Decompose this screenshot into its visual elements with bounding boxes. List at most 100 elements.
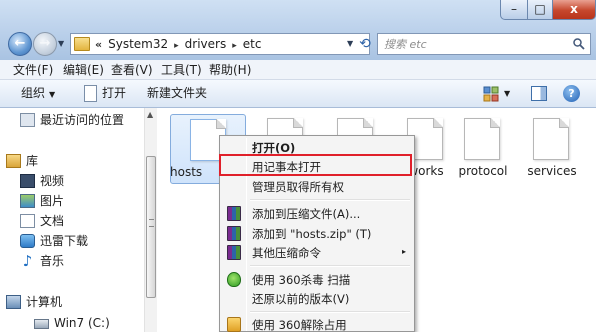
winrar-icon xyxy=(227,226,241,241)
change-view-icon[interactable] xyxy=(483,86,499,102)
context-item-label: 还原以前的版本(V) xyxy=(252,292,350,306)
submenu-arrow-icon: ▸ xyxy=(401,247,406,256)
context-item-add-to-archive[interactable]: 添加到压缩文件(A)... xyxy=(222,204,412,224)
menu-tools[interactable]: 工具(T) xyxy=(161,63,202,77)
winrar-icon xyxy=(227,245,241,260)
nav-item-label: 视频 xyxy=(40,174,65,188)
context-item-take-ownership[interactable]: 管理员取得所有权 xyxy=(222,177,412,197)
organize-button[interactable]: 组织 ▼ xyxy=(21,86,55,102)
pictures-icon xyxy=(20,194,35,208)
preview-pane-icon[interactable] xyxy=(531,86,547,101)
title-bar: – □ x ← → ▼ « System32 ▸ drivers ▸ etc ▼ ⟲ xyxy=(0,0,596,60)
address-history-dropdown-icon[interactable]: ▼ xyxy=(347,39,353,48)
context-item-label: 使用 360杀毒 扫描 xyxy=(252,273,351,287)
context-item-label: 添加到 "hosts.zip" (T) xyxy=(252,227,372,241)
recent-pages-dropdown-icon[interactable]: ▼ xyxy=(58,39,64,48)
document-file-icon xyxy=(533,118,569,160)
nav-item-label: Win7 (C:) xyxy=(54,316,110,330)
context-item-label: 打开(O) xyxy=(252,141,296,155)
folder-icon xyxy=(74,37,90,51)
context-item-label: 用记事本打开 xyxy=(252,160,321,174)
context-item-360-scan[interactable]: 使用 360杀毒 扫描 xyxy=(222,270,412,290)
breadcrumb-separator-icon[interactable]: ▸ xyxy=(232,41,237,51)
unlock-360-icon xyxy=(227,317,241,332)
open-file-icon xyxy=(84,85,97,102)
document-file-icon xyxy=(464,118,500,160)
forward-arrow-icon: → xyxy=(39,36,51,51)
nav-item-label: 计算机 xyxy=(26,295,63,309)
menu-separator xyxy=(250,265,410,267)
xunlei-icon xyxy=(20,234,35,248)
minimize-icon: – xyxy=(511,2,517,16)
context-menu: 打开(O) 用记事本打开 管理员取得所有权 添加到压缩文件(A)... 添加到 … xyxy=(219,135,415,332)
library-icon xyxy=(6,154,21,168)
context-item-open-with-notepad[interactable]: 用记事本打开 xyxy=(222,157,412,177)
context-item-360-unlock[interactable]: 使用 360解除占用 xyxy=(222,315,412,332)
nav-item-label: 库 xyxy=(26,154,39,168)
file-name: protocol xyxy=(458,164,508,178)
view-options-dropdown-icon[interactable]: ▼ xyxy=(504,89,510,98)
drive-icon xyxy=(34,319,49,329)
nav-item-label: 图片 xyxy=(40,194,65,208)
winrar-icon xyxy=(227,206,241,221)
context-item-open[interactable]: 打开(O) xyxy=(222,138,412,158)
search-icon[interactable] xyxy=(573,38,585,50)
file-item-protocol[interactable]: protocol xyxy=(445,114,521,184)
breadcrumb-etc[interactable]: etc xyxy=(243,37,262,51)
menu-file[interactable]: 文件(F) xyxy=(13,63,53,77)
maximize-icon: □ xyxy=(534,2,546,16)
menu-separator xyxy=(250,199,410,201)
context-item-add-to-hosts-zip[interactable]: 添加到 "hosts.zip" (T) xyxy=(222,224,412,244)
nav-item-label: 文档 xyxy=(40,214,65,228)
breadcrumb-separator-icon[interactable]: ▸ xyxy=(174,41,179,51)
file-item-services[interactable]: services xyxy=(514,114,590,184)
nav-item-label: 迅雷下载 xyxy=(40,234,89,248)
shield-360-icon xyxy=(227,272,241,287)
video-icon xyxy=(20,174,35,188)
breadcrumb-overflow-icon[interactable]: « xyxy=(95,38,102,51)
close-button[interactable]: x xyxy=(552,0,596,20)
breadcrumb: « System32 ▸ drivers ▸ etc xyxy=(95,37,261,54)
menu-help[interactable]: 帮助(H) xyxy=(209,63,251,77)
search-input[interactable] xyxy=(384,37,564,52)
forward-button[interactable]: → xyxy=(33,32,57,56)
menu-bar: 文件(F) 编辑(E) 查看(V) 工具(T) 帮助(H) xyxy=(0,60,596,80)
menu-separator xyxy=(250,311,410,313)
nav-item-label: 音乐 xyxy=(40,254,65,268)
computer-icon xyxy=(6,295,21,309)
context-item-restore-previous-versions[interactable]: 还原以前的版本(V) xyxy=(222,289,412,309)
command-bar: 组织 ▼ 打开 新建文件夹 ▼ ? xyxy=(0,80,596,108)
organize-label: 组织 xyxy=(21,86,46,100)
breadcrumb-drivers[interactable]: drivers xyxy=(185,37,227,51)
navigation-pane: 最近访问的位置 库 视频 图片 文档 迅雷下载 ♪ 音乐 计算机 Win7 (C… xyxy=(0,108,157,332)
menu-edit[interactable]: 编辑(E) xyxy=(63,63,104,77)
music-icon: ♪ xyxy=(22,252,33,270)
file-name: services xyxy=(527,164,577,178)
context-item-label: 其他压缩命令 xyxy=(252,246,321,260)
open-button[interactable]: 打开 xyxy=(102,86,126,101)
nav-item-label: 最近访问的位置 xyxy=(40,113,125,127)
menu-view[interactable]: 查看(V) xyxy=(111,63,153,77)
context-item-label: 添加到压缩文件(A)... xyxy=(252,207,361,221)
scroll-thumb[interactable] xyxy=(146,156,156,298)
address-bar[interactable]: « System32 ▸ drivers ▸ etc xyxy=(70,33,370,55)
back-button[interactable]: ← xyxy=(8,32,32,56)
close-icon: x xyxy=(570,2,578,16)
navigation-scrollbar[interactable]: ▲ xyxy=(144,108,157,332)
context-item-label: 使用 360解除占用 xyxy=(252,318,347,332)
minimize-button[interactable]: – xyxy=(500,0,528,20)
chevron-down-icon: ▼ xyxy=(49,90,56,99)
recent-places-icon xyxy=(20,113,35,127)
context-item-other-compress-commands[interactable]: 其他压缩命令 ▸ xyxy=(222,243,412,263)
scroll-up-icon[interactable]: ▲ xyxy=(147,110,153,119)
breadcrumb-system32[interactable]: System32 xyxy=(108,37,168,51)
context-item-label: 管理员取得所有权 xyxy=(252,180,344,194)
back-arrow-icon: ← xyxy=(14,36,26,51)
new-folder-button[interactable]: 新建文件夹 xyxy=(147,86,207,101)
grip-icon xyxy=(149,219,154,227)
search-box[interactable] xyxy=(377,33,591,55)
help-icon[interactable]: ? xyxy=(563,85,580,102)
documents-icon xyxy=(20,214,35,228)
maximize-button[interactable]: □ xyxy=(527,0,553,20)
refresh-icon[interactable]: ⟲ xyxy=(356,34,374,54)
